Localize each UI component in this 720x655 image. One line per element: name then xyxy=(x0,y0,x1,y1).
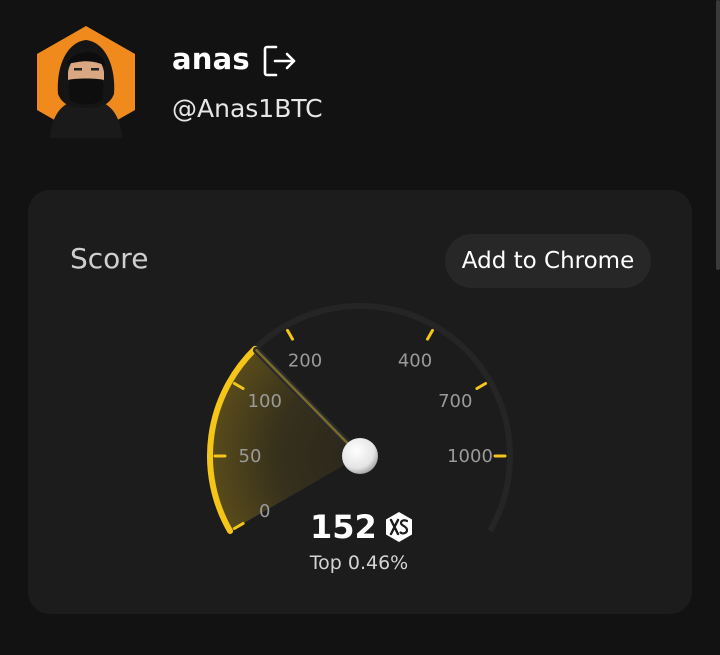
gauge-tick-label-0: 0 xyxy=(259,501,270,522)
gauge-tick-label-200: 200 xyxy=(288,351,322,372)
scrollbar[interactable] xyxy=(716,0,720,270)
score-display: 152 xyxy=(310,508,415,546)
add-to-chrome-button[interactable]: Add to Chrome xyxy=(445,234,651,288)
score-card: 0 50 100 200 400 700 1000 Score Add to Chrome … xyxy=(28,190,692,614)
xs-logo-icon xyxy=(385,512,412,542)
gauge-tick-200 xyxy=(286,328,294,341)
rank-text: Top 0.46% xyxy=(309,552,409,574)
profile-handle: @Anas1BTC xyxy=(172,94,323,123)
score-title: Score xyxy=(70,242,149,275)
gauge-knob xyxy=(342,438,378,474)
logout-icon[interactable] xyxy=(262,44,298,78)
gauge-tick-label-50: 50 xyxy=(239,446,262,467)
gauge-tick-700 xyxy=(475,382,488,390)
avatar[interactable] xyxy=(28,24,144,140)
avatar-image xyxy=(37,26,135,138)
profile-name: anas xyxy=(172,42,250,76)
gauge-tick-label-1000: 1000 xyxy=(447,446,493,467)
gauge-tick-label-100: 100 xyxy=(248,391,282,412)
gauge-tick-label-400: 400 xyxy=(398,351,432,372)
gauge-tick-label-700: 700 xyxy=(438,391,472,412)
score-value: 152 xyxy=(310,508,377,546)
gauge-tick-400 xyxy=(426,328,434,341)
